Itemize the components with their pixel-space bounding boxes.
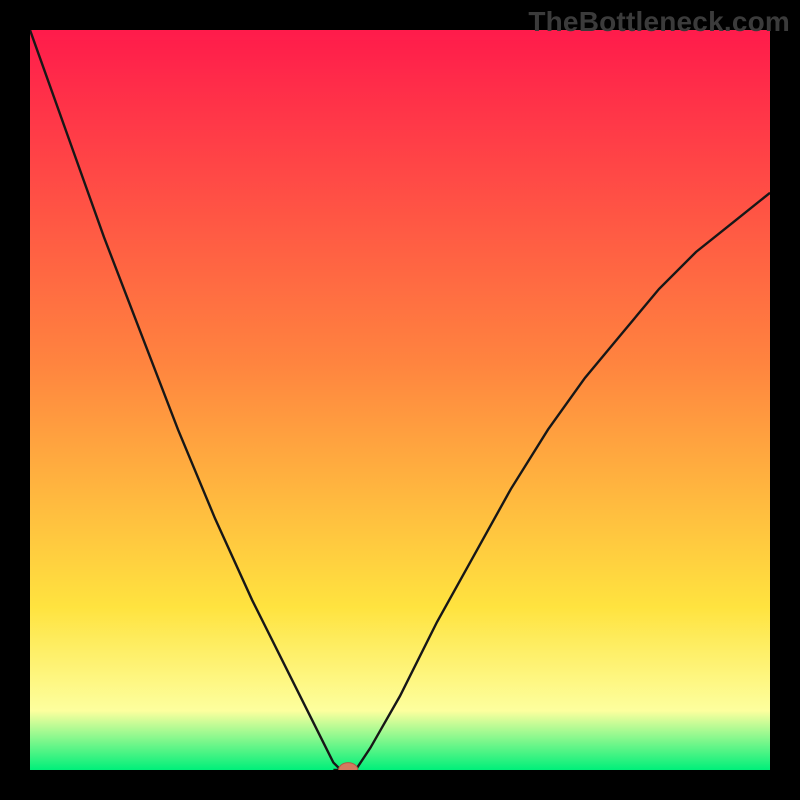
bottleneck-chart (30, 30, 770, 770)
gradient-background (30, 30, 770, 770)
watermark-text: TheBottleneck.com (528, 6, 790, 38)
